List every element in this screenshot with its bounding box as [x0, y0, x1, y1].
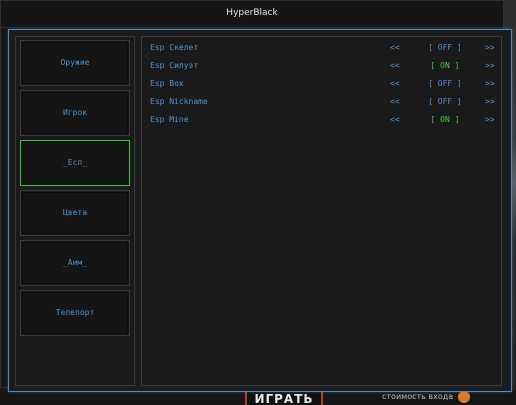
esp-options-panel: Esp Скелет << [ OFF ] >> Esp Силуэт << […: [141, 36, 502, 386]
option-label: Esp Силуэт: [150, 61, 199, 70]
sidebar-item-weapons[interactable]: Оружие: [20, 40, 130, 86]
prev-value-button[interactable]: <<: [390, 77, 400, 91]
option-label: Esp Скелет: [150, 43, 199, 52]
next-value-button[interactable]: >>: [485, 77, 495, 91]
toggle-state[interactable]: [ ON ]: [428, 113, 462, 127]
option-label: Esp Mine: [150, 115, 189, 124]
next-value-button[interactable]: >>: [485, 113, 495, 127]
sidebar-item-esp[interactable]: _Есп_: [20, 140, 130, 186]
prev-value-button[interactable]: <<: [390, 41, 400, 55]
next-value-button[interactable]: >>: [485, 59, 495, 73]
option-row-esp-nickname: Esp Nickname << [ OFF ] >>: [142, 95, 503, 109]
option-label: Esp Box: [150, 79, 184, 88]
sidebar-item-player[interactable]: Игрок: [20, 90, 130, 136]
prev-value-button[interactable]: <<: [390, 59, 400, 73]
option-row-esp-skeleton: Esp Скелет << [ OFF ] >>: [142, 41, 503, 55]
coin-icon: [458, 391, 470, 403]
sidebar: Оружие Игрок _Есп_ Цвета _Аим_ Телепорт: [15, 36, 135, 386]
sidebar-item-colors[interactable]: Цвета: [20, 190, 130, 236]
toggle-state[interactable]: [ OFF ]: [428, 95, 462, 109]
prev-value-button[interactable]: <<: [390, 113, 400, 127]
next-value-button[interactable]: >>: [485, 41, 495, 55]
toggle-state[interactable]: [ OFF ]: [428, 41, 462, 55]
next-value-button[interactable]: >>: [485, 95, 495, 109]
option-row-esp-box: Esp Box << [ OFF ] >>: [142, 77, 503, 91]
background-cost-label: стоимость входа: [382, 392, 454, 401]
window-title: HyperBlack: [1, 1, 503, 28]
option-row-esp-mine: Esp Mine << [ ON ] >>: [142, 113, 503, 127]
toggle-state[interactable]: [ OFF ]: [428, 77, 462, 91]
sidebar-item-teleport[interactable]: Телепорт: [20, 290, 130, 336]
sidebar-item-aim[interactable]: _Аим_: [20, 240, 130, 286]
option-row-esp-silhouette: Esp Силуэт << [ ON ] >>: [142, 59, 503, 73]
option-label: Esp Nickname: [150, 97, 208, 106]
prev-value-button[interactable]: <<: [390, 95, 400, 109]
toggle-state[interactable]: [ ON ]: [428, 59, 462, 73]
